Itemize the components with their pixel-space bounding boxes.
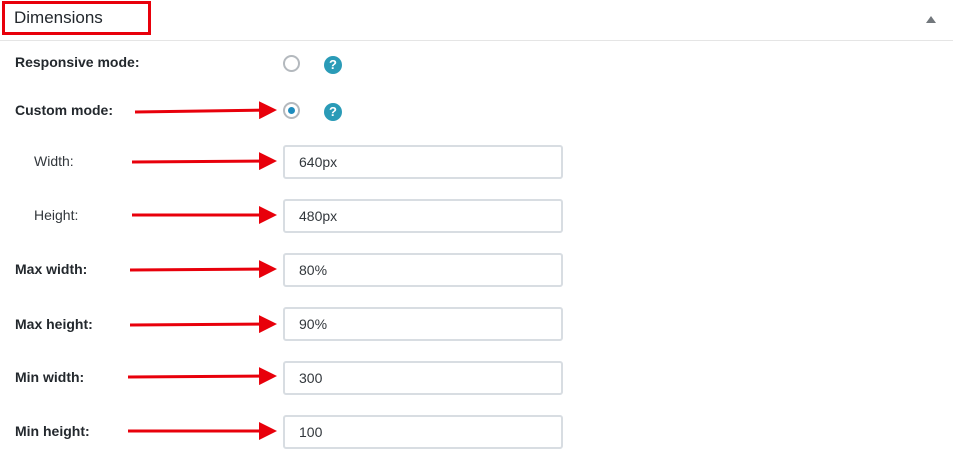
- help-icon[interactable]: ?: [324, 56, 342, 74]
- min-height-label: Min height:: [15, 423, 90, 439]
- max-width-label: Max width:: [15, 261, 88, 277]
- panel-title: Dimensions: [14, 8, 103, 27]
- min-width-label: Min width:: [15, 369, 85, 385]
- height-field[interactable]: [283, 199, 563, 233]
- max-height-field[interactable]: [283, 307, 563, 341]
- width-field[interactable]: [283, 145, 563, 179]
- height-label: Height:: [34, 207, 79, 223]
- arrow-min-width: [127, 367, 277, 386]
- max-height-label: Max height:: [15, 316, 93, 332]
- arrow-max-width: [129, 260, 277, 279]
- min-width-field[interactable]: [283, 361, 563, 395]
- dimensions-panel-header: Dimensions: [0, 0, 953, 41]
- arrow-custom-mode: [134, 101, 277, 120]
- responsive-mode-label: Responsive mode:: [15, 54, 140, 70]
- custom-mode-label: Custom mode:: [15, 102, 113, 118]
- annotation-arrows: [127, 101, 277, 440]
- width-label: Width:: [34, 153, 74, 169]
- responsive-mode-radio[interactable]: [283, 55, 300, 72]
- custom-mode-radio[interactable]: [283, 102, 300, 119]
- triangle-up-icon[interactable]: [924, 13, 938, 25]
- arrow-max-height: [129, 315, 277, 334]
- help-icon[interactable]: ?: [324, 103, 342, 121]
- max-width-field[interactable]: [283, 253, 563, 287]
- arrow-width: [131, 152, 277, 171]
- min-height-field[interactable]: [283, 415, 563, 449]
- radio-selected-dot: [288, 107, 295, 114]
